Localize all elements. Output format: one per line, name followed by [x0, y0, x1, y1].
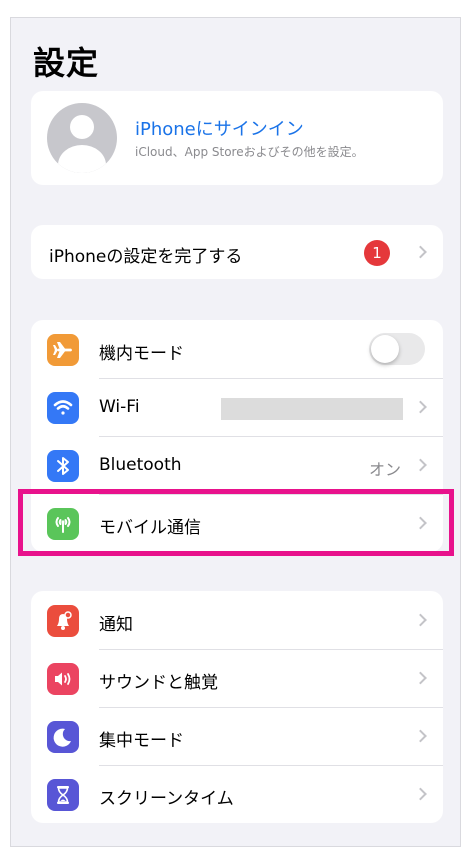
- focus-label: 集中モード: [99, 731, 184, 751]
- page-title: 設定: [33, 44, 100, 82]
- settings-row-mobile-data[interactable]: モバイル通信: [31, 494, 443, 552]
- speaker-icon: [47, 663, 79, 695]
- notifications-label: 通知: [99, 615, 133, 635]
- chevron-right-icon: [414, 671, 427, 685]
- settings-row-bluetooth[interactable]: Bluetooth オン: [31, 436, 443, 494]
- chevron-right-icon: [414, 787, 427, 801]
- settings-row-notifications[interactable]: 通知: [31, 591, 443, 649]
- notification-badge: 1: [364, 240, 390, 266]
- settings-row-airplane-mode: 機内モード: [31, 320, 443, 378]
- sign-in-subtitle: iCloud、App Storeおよびその他を設定。: [135, 145, 364, 159]
- avatar-body: [58, 145, 106, 173]
- bluetooth-icon: [47, 450, 79, 482]
- avatar: [47, 103, 117, 173]
- mobile-data-label: モバイル通信: [99, 518, 201, 538]
- chevron-right-icon: [414, 729, 427, 743]
- chevron-right-icon: [414, 400, 427, 414]
- finish-setup-row[interactable]: iPhoneの設定を完了する 1: [31, 225, 443, 279]
- hourglass-icon: [47, 779, 79, 811]
- settings-row-wifi[interactable]: Wi-Fi: [31, 378, 443, 436]
- settings-row-screen-time[interactable]: スクリーンタイム: [31, 765, 443, 823]
- screen-time-label: スクリーンタイム: [99, 789, 234, 809]
- bell-icon: [47, 605, 79, 637]
- sign-in-card[interactable]: iPhoneにサインイン iCloud、App Storeおよびその他を設定。: [31, 91, 443, 185]
- wifi-network-redacted: [221, 398, 403, 420]
- settings-row-sounds[interactable]: サウンドと触覚: [31, 649, 443, 707]
- sign-in-title: iPhoneにサインイン: [135, 119, 304, 140]
- wifi-icon: [47, 392, 79, 424]
- toggle-knob: [371, 335, 399, 363]
- chevron-right-icon: [414, 613, 427, 627]
- chevron-right-icon: [414, 516, 427, 530]
- bluetooth-status: オン: [368, 460, 401, 479]
- bluetooth-label: Bluetooth: [99, 455, 182, 475]
- notifications-group: 通知 サウンドと触覚 集中モード スクリーンタイム: [31, 591, 443, 823]
- settings-screen: 設定 iPhoneにサインイン iCloud、App Storeおよびその他を設…: [10, 17, 461, 847]
- chevron-right-icon: [414, 245, 427, 259]
- avatar-head: [70, 115, 94, 139]
- sounds-label: サウンドと触覚: [99, 673, 218, 693]
- settings-row-focus[interactable]: 集中モード: [31, 707, 443, 765]
- airplane-icon: [47, 334, 79, 366]
- finish-setup-label: iPhoneの設定を完了する: [49, 247, 243, 267]
- airplane-mode-label: 機内モード: [99, 344, 184, 364]
- antenna-icon: [47, 508, 79, 540]
- moon-icon: [47, 721, 79, 753]
- airplane-mode-toggle[interactable]: [369, 333, 425, 365]
- wifi-label: Wi-Fi: [99, 397, 140, 417]
- chevron-right-icon: [414, 458, 427, 472]
- connectivity-group: 機内モード Wi-Fi Bluetooth オン モバイル通信: [31, 320, 443, 552]
